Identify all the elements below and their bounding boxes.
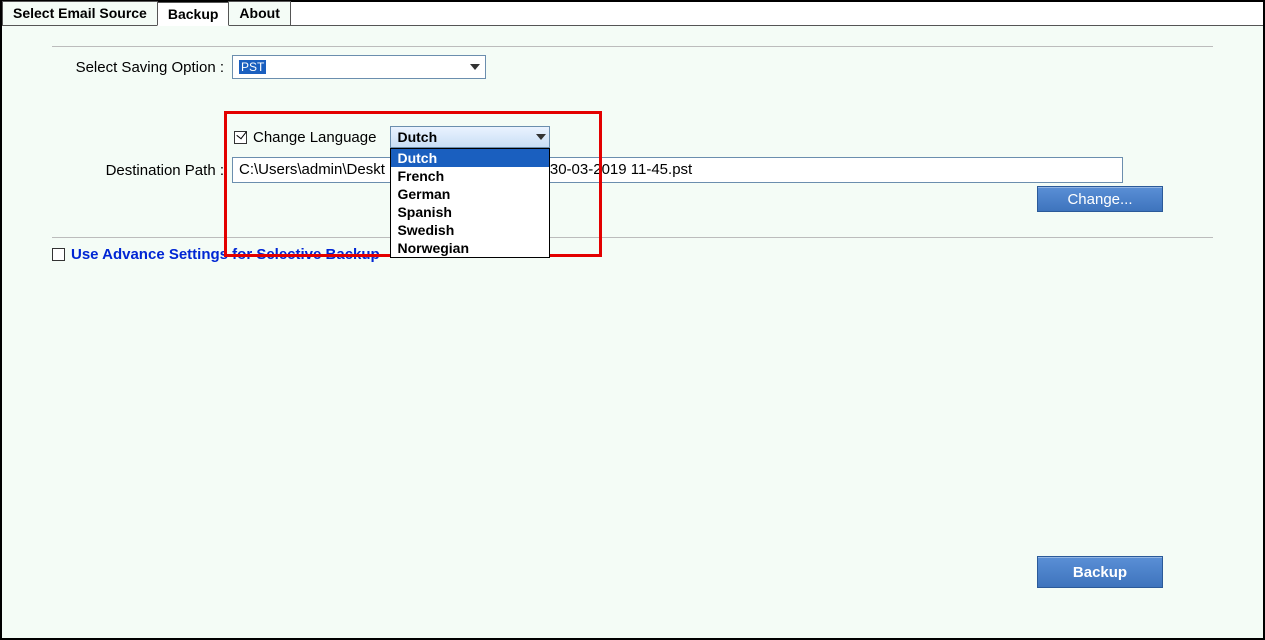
language-select[interactable]: Dutch Dutch French German Spanish Swedis…: [390, 126, 550, 148]
saving-option-value: PST: [239, 60, 266, 74]
chevron-down-icon: [465, 56, 485, 78]
backup-tab-content: Select Saving Option : PST Change Langua…: [2, 26, 1263, 638]
saving-option-label: Select Saving Option :: [52, 59, 232, 76]
change-language-checkbox[interactable]: [234, 131, 247, 144]
destination-path-value-left: C:\Users\admin\Deskt: [239, 161, 385, 178]
destination-path-label: Destination Path :: [52, 162, 232, 179]
language-option-norwegian[interactable]: Norwegian: [391, 239, 549, 257]
tab-backup[interactable]: Backup: [157, 2, 230, 26]
chevron-down-icon: [532, 126, 550, 148]
divider: [52, 46, 1213, 47]
language-option-french[interactable]: French: [391, 167, 549, 185]
backup-button[interactable]: Backup: [1037, 556, 1163, 588]
language-select-value: Dutch: [397, 129, 437, 145]
tab-about[interactable]: About: [228, 1, 290, 25]
saving-option-select[interactable]: PST: [232, 55, 486, 79]
language-dropdown-list: Dutch French German Spanish Swedish Norw…: [390, 148, 550, 258]
destination-path-value-right: 30-03-2019 11-45.pst: [550, 161, 692, 178]
change-button[interactable]: Change...: [1037, 186, 1163, 212]
change-language-label: Change Language: [253, 129, 376, 146]
language-option-german[interactable]: German: [391, 185, 549, 203]
language-option-dutch[interactable]: Dutch: [391, 149, 549, 167]
language-option-spanish[interactable]: Spanish: [391, 203, 549, 221]
tab-select-email-source[interactable]: Select Email Source: [2, 1, 158, 25]
tab-bar: Select Email Source Backup About: [2, 2, 1263, 26]
advance-settings-label: Use Advance Settings for Selective Backu…: [71, 246, 380, 263]
destination-path-input[interactable]: C:\Users\admin\Deskt 30-03-2019 11-45.pst: [232, 157, 1123, 183]
advance-settings-checkbox[interactable]: [52, 248, 65, 261]
language-option-swedish[interactable]: Swedish: [391, 221, 549, 239]
change-language-block: Change Language Dutch Dutch French Germa…: [234, 126, 550, 148]
